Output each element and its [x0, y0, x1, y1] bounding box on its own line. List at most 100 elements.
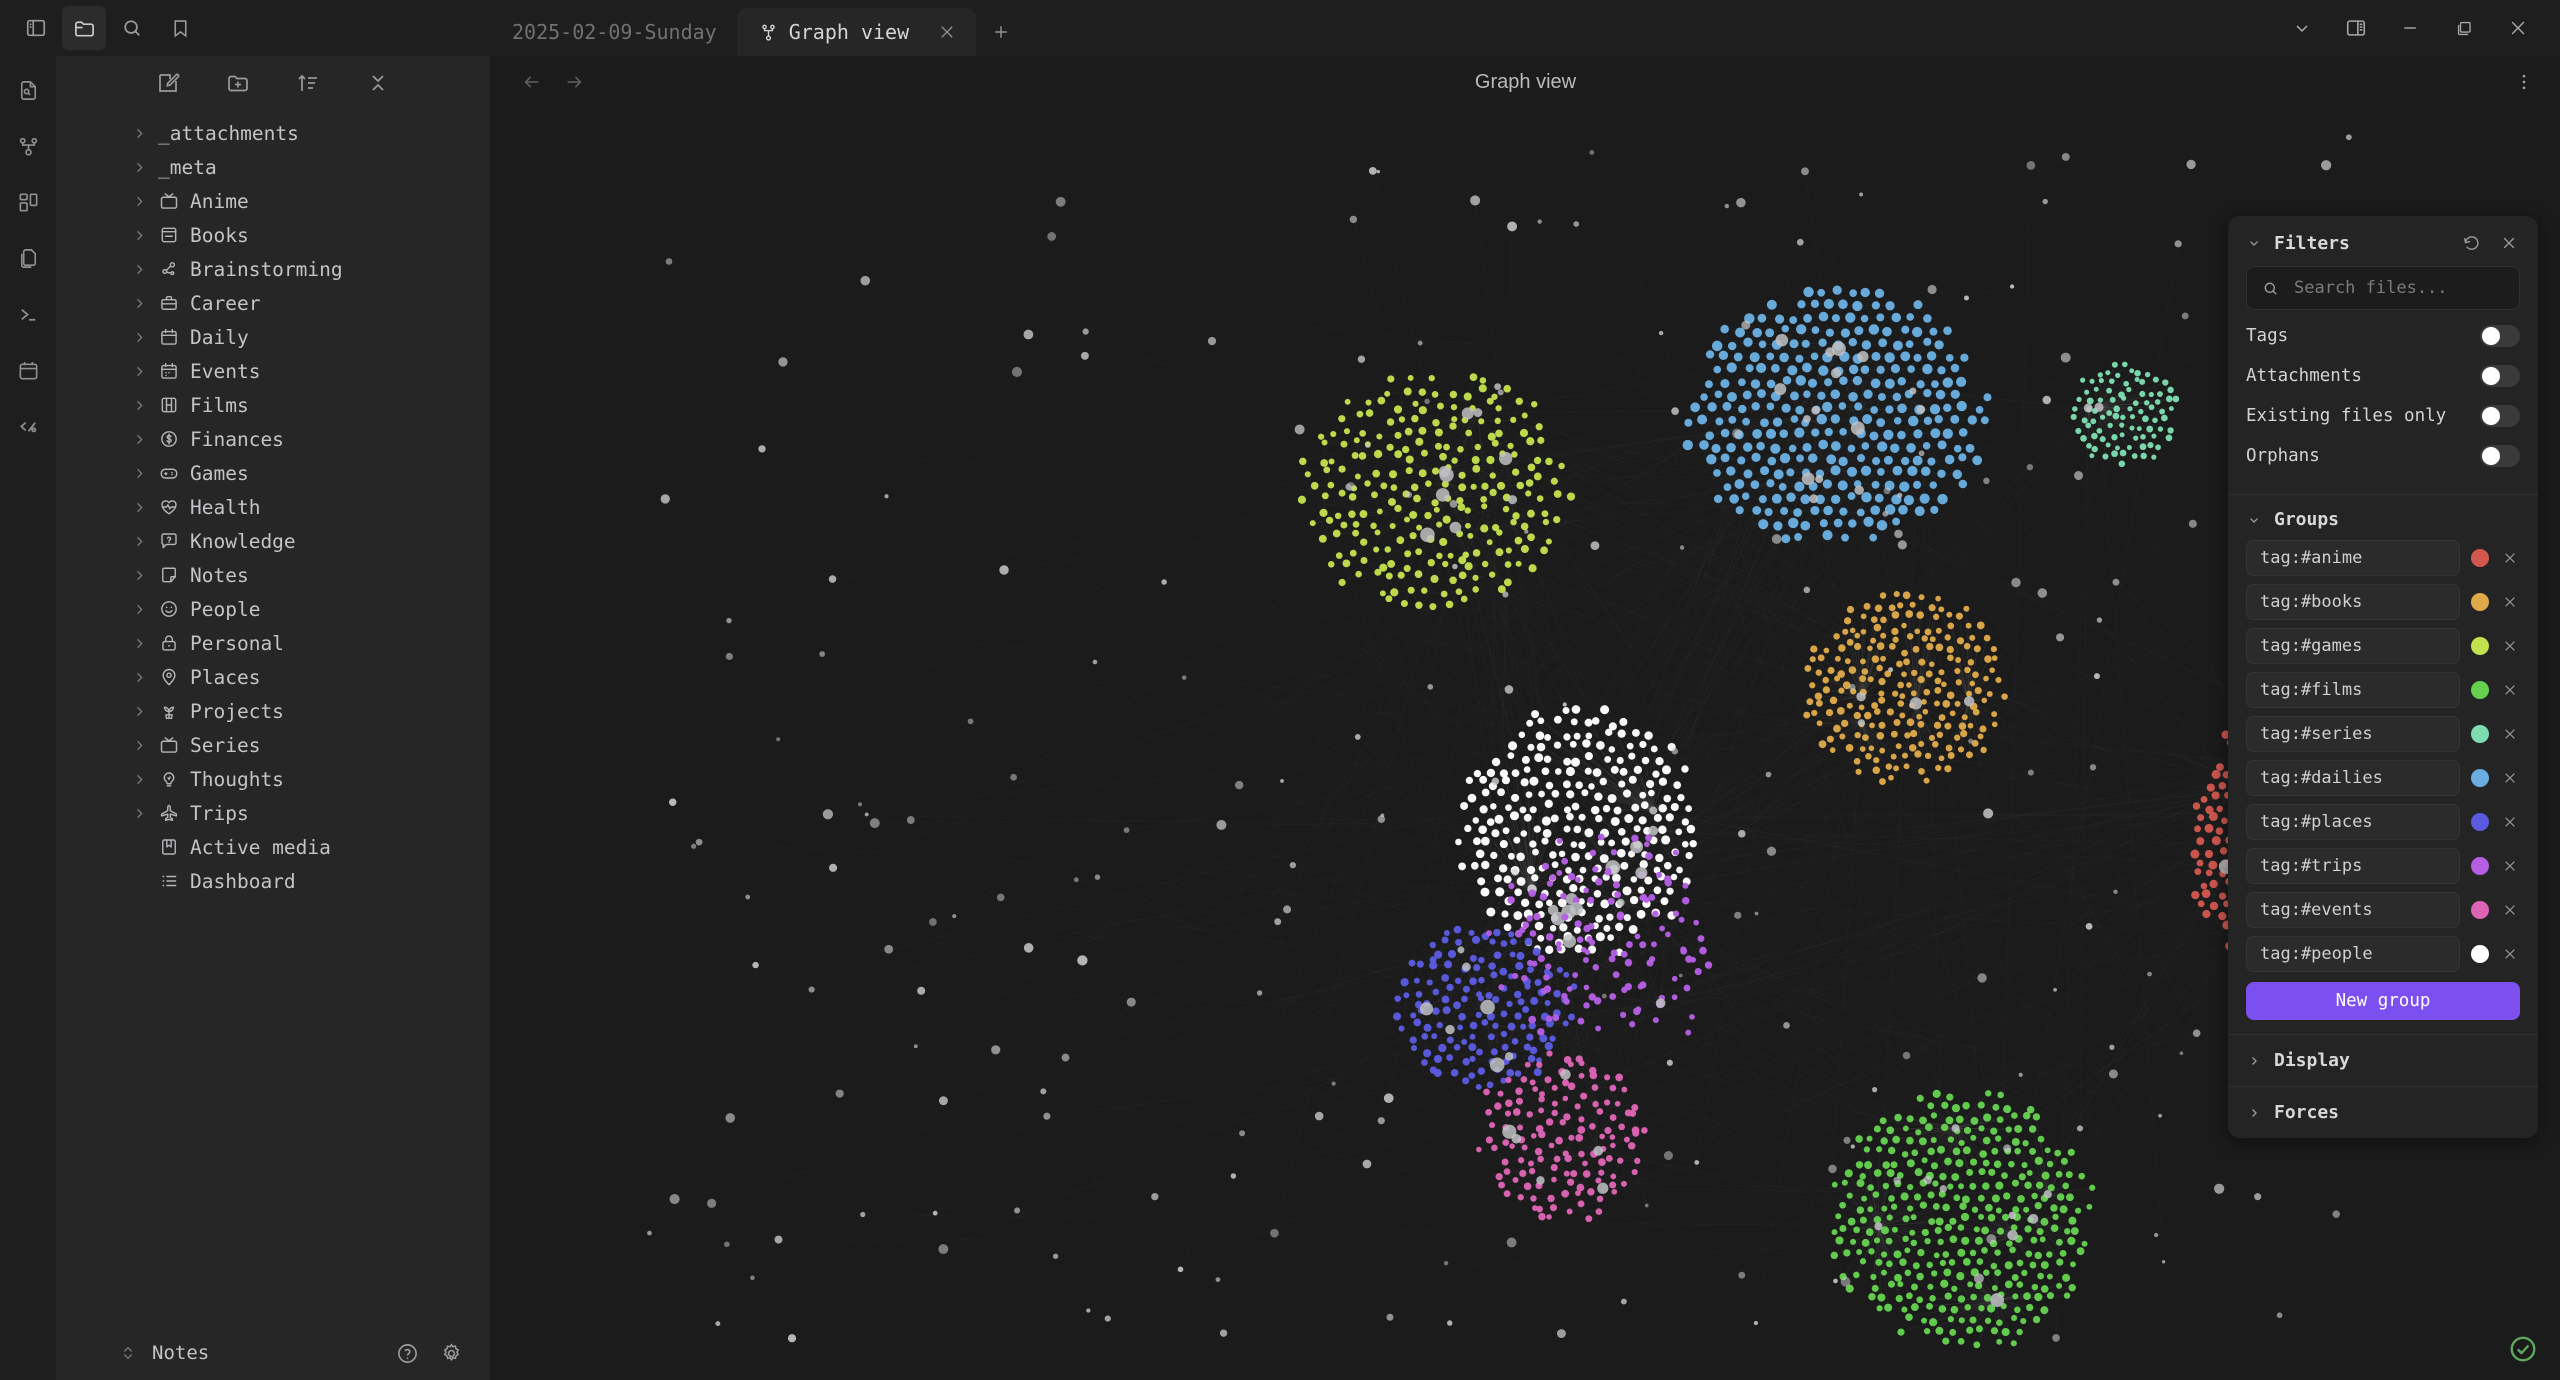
files-button[interactable] — [62, 6, 106, 50]
file-tree-item-events[interactable]: Events — [56, 354, 490, 388]
chevron-right-icon[interactable] — [130, 532, 148, 550]
group-query-input[interactable]: tag:#books — [2246, 584, 2460, 620]
search-input[interactable] — [2292, 277, 2513, 299]
file-tree-item-people[interactable]: People — [56, 592, 490, 626]
file-tree[interactable]: _attachments _meta Anime Books Brainstorming… — [56, 110, 490, 1326]
new-tab-button[interactable] — [976, 8, 1026, 56]
search-files-box[interactable] — [2246, 266, 2520, 310]
group-color-swatch[interactable] — [2471, 857, 2489, 875]
file-tree-item-career[interactable]: Career — [56, 286, 490, 320]
close-tab-icon[interactable] — [938, 23, 956, 41]
file-tree-item-anime[interactable]: Anime — [56, 184, 490, 218]
filter-toggle-existing-files-only[interactable]: Existing files only — [2246, 396, 2520, 436]
file-tree-item-brainstorming[interactable]: Brainstorming — [56, 252, 490, 286]
group-color-swatch[interactable] — [2471, 901, 2489, 919]
file-tree-item-projects[interactable]: Projects — [56, 694, 490, 728]
help-circle-icon[interactable] — [392, 1338, 422, 1368]
groups-section-header[interactable]: Groups — [2228, 495, 2538, 540]
toggle-switch[interactable] — [2480, 365, 2520, 387]
chevron-right-icon[interactable] — [130, 294, 148, 312]
file-tree-item-daily[interactable]: Daily — [56, 320, 490, 354]
file-tree-item-games[interactable]: Games — [56, 456, 490, 490]
reset-icon[interactable] — [2458, 230, 2484, 256]
graph-view-icon[interactable] — [8, 126, 48, 166]
gear-icon[interactable] — [436, 1338, 466, 1368]
file-tree-item-thoughts[interactable]: Thoughts — [56, 762, 490, 796]
filter-toggle-orphans[interactable]: Orphans — [2246, 436, 2520, 476]
group-query-input[interactable]: tag:#people — [2246, 936, 2460, 972]
chevron-right-icon[interactable] — [130, 804, 148, 822]
chevron-right-icon[interactable] — [130, 396, 148, 414]
templates-icon[interactable] — [8, 238, 48, 278]
tab-daily-note[interactable]: 2025-02-09-Sunday — [490, 8, 737, 56]
file-tree-item-personal[interactable]: Personal — [56, 626, 490, 660]
file-tree-item-films[interactable]: Films — [56, 388, 490, 422]
group-query-input[interactable]: tag:#places — [2246, 804, 2460, 840]
file-tree-item-notes[interactable]: Notes — [56, 558, 490, 592]
more-vertical-icon[interactable] — [2514, 72, 2560, 92]
group-color-swatch[interactable] — [2471, 725, 2489, 743]
group-query-input[interactable]: tag:#films — [2246, 672, 2460, 708]
file-tree-item-places[interactable]: Places — [56, 660, 490, 694]
chevron-right-icon[interactable] — [130, 464, 148, 482]
arrow-left-icon[interactable] — [519, 69, 545, 95]
file-tree-item-series[interactable]: Series — [56, 728, 490, 762]
group-query-input[interactable]: tag:#games — [2246, 628, 2460, 664]
tab-graph-view[interactable]: Graph view — [736, 8, 977, 56]
new-group-button[interactable]: New group — [2246, 982, 2520, 1020]
search-button[interactable] — [110, 6, 154, 50]
filter-toggle-attachments[interactable]: Attachments — [2246, 356, 2520, 396]
file-tree-item--attachments[interactable]: _attachments — [56, 116, 490, 150]
chevron-right-icon[interactable] — [130, 736, 148, 754]
toggle-switch[interactable] — [2480, 325, 2520, 347]
close-icon[interactable] — [2496, 230, 2522, 256]
group-query-input[interactable]: tag:#trips — [2246, 848, 2460, 884]
bookmarks-button[interactable] — [158, 6, 202, 50]
group-color-swatch[interactable] — [2471, 593, 2489, 611]
chevron-right-icon[interactable] — [130, 600, 148, 618]
group-query-input[interactable]: tag:#dailies — [2246, 760, 2460, 796]
file-tree-item-trips[interactable]: Trips — [56, 796, 490, 830]
maximize-icon[interactable] — [2442, 6, 2486, 50]
chevron-right-icon[interactable] — [130, 498, 148, 516]
canvas-icon[interactable] — [8, 182, 48, 222]
group-color-swatch[interactable] — [2471, 945, 2489, 963]
forces-section-header[interactable]: Forces — [2228, 1086, 2538, 1138]
chevron-right-icon[interactable] — [130, 328, 148, 346]
minimize-icon[interactable] — [2388, 6, 2432, 50]
chevron-right-icon[interactable] — [130, 124, 148, 142]
chevron-right-icon[interactable] — [130, 192, 148, 210]
display-section-header[interactable]: Display — [2228, 1034, 2538, 1086]
file-tree-item-dashboard[interactable]: Dashboard — [56, 864, 490, 898]
remove-group-icon[interactable] — [2500, 768, 2520, 788]
file-tree-item-active-media[interactable]: Active media — [56, 830, 490, 864]
terminal-icon[interactable] — [8, 294, 48, 334]
calendar-icon[interactable] — [8, 350, 48, 390]
remove-group-icon[interactable] — [2500, 944, 2520, 964]
new-folder-button[interactable] — [223, 68, 253, 98]
remove-group-icon[interactable] — [2500, 636, 2520, 656]
remove-group-icon[interactable] — [2500, 856, 2520, 876]
file-tree-item-books[interactable]: Books — [56, 218, 490, 252]
graph-nodes[interactable] — [647, 134, 2456, 1349]
chevron-right-icon[interactable] — [130, 158, 148, 176]
file-tree-item-finances[interactable]: Finances — [56, 422, 490, 456]
file-tree-item--meta[interactable]: _meta — [56, 150, 490, 184]
filters-section-header[interactable]: Filters — [2228, 216, 2538, 266]
chevron-right-icon[interactable] — [130, 226, 148, 244]
arrow-right-icon[interactable] — [561, 69, 587, 95]
chevron-right-icon[interactable] — [130, 260, 148, 278]
chevron-right-icon[interactable] — [130, 770, 148, 788]
remove-group-icon[interactable] — [2500, 680, 2520, 700]
group-color-swatch[interactable] — [2471, 681, 2489, 699]
group-color-swatch[interactable] — [2471, 813, 2489, 831]
group-query-input[interactable]: tag:#events — [2246, 892, 2460, 928]
file-tree-item-knowledge[interactable]: Knowledge — [56, 524, 490, 558]
sort-button[interactable] — [293, 68, 323, 98]
chevron-right-icon[interactable] — [130, 634, 148, 652]
chevron-right-icon[interactable] — [130, 362, 148, 380]
chevron-right-icon[interactable] — [130, 702, 148, 720]
file-tree-item-health[interactable]: Health — [56, 490, 490, 524]
toggle-switch[interactable] — [2480, 445, 2520, 467]
chevron-right-icon[interactable] — [130, 566, 148, 584]
